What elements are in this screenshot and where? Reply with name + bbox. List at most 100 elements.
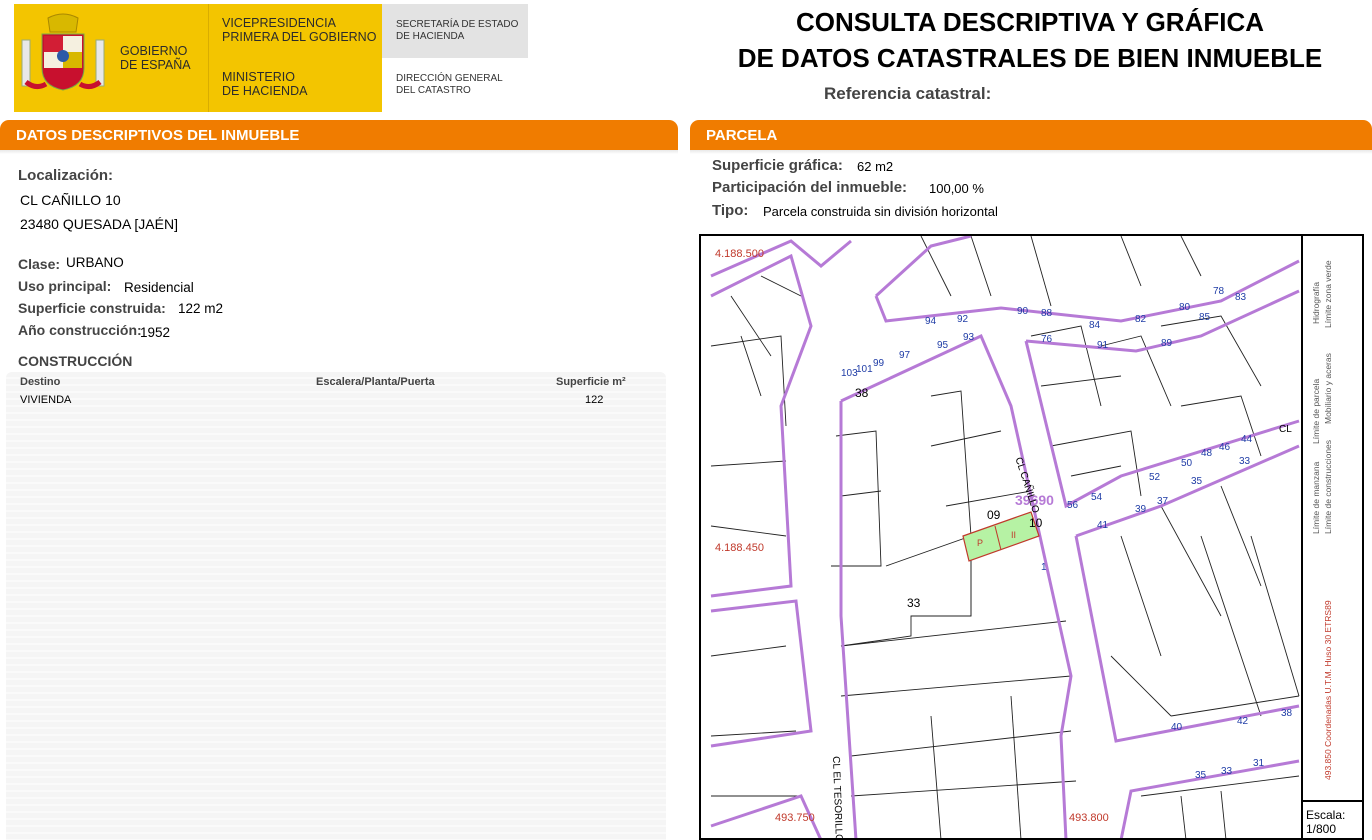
house-number: 93 (963, 332, 975, 343)
cadastral-map[interactable]: 4.188.500 4.188.450 493.750 493.800 3969… (699, 234, 1364, 840)
page-title: CONSULTA DESCRIPTIVA Y GRÁFICA DE DATOS … (690, 4, 1370, 76)
scale-label: Escala: (1306, 808, 1346, 822)
subject-parcel[interactable] (962, 511, 1040, 562)
house-number: 52 (1149, 472, 1161, 483)
parcel-section: PARCELA (690, 120, 1372, 154)
house-number: 97 (899, 350, 911, 361)
house-number: 91 (1097, 340, 1109, 351)
use-label: Uso principal: (18, 278, 112, 294)
table-header-area: Superficie m² (556, 376, 626, 388)
title-line2: DE DATOS CATASTRALES DE BIEN INMUEBLE (737, 43, 1323, 73)
house-number: 39 (1135, 504, 1147, 515)
section-title-descriptive: DATOS DESCRIPTIVOS DEL INMUEBLE (0, 120, 678, 150)
house-number: 76 (1041, 334, 1053, 345)
house-number: 38 (1281, 708, 1293, 719)
section-shadow (690, 150, 1372, 154)
location-label: Localización: (18, 167, 114, 184)
house-number: 33 (1221, 766, 1233, 777)
vp-line1: VICEPRESIDENCIA (222, 16, 336, 30)
participation-value: 100,00 % (929, 181, 984, 196)
house-number: 31 (1253, 758, 1265, 769)
min-line1: MINISTERIO (222, 70, 295, 84)
type-label: Tipo: (712, 202, 749, 219)
house-number: 83 (1235, 292, 1247, 303)
built-area-label: Superficie construida: (18, 300, 166, 316)
map-drawing[interactable] (701, 236, 1303, 840)
house-number: 78 (1213, 286, 1225, 297)
government-name: GOBIERNO DE ESPAÑA (120, 44, 191, 72)
title-line1: CONSULTA DESCRIPTIVA Y GRÁFICA (795, 7, 1265, 37)
house-number: 42 (1237, 716, 1249, 727)
scale-value: 1/800 (1306, 822, 1337, 836)
house-number: 99 (873, 358, 885, 369)
legend-construction-boundary: Límite de construcciones (1323, 439, 1333, 534)
legend-parcel-boundary: Límite de parcela (1311, 378, 1321, 444)
vicepresidency-text: VICEPRESIDENCIA PRIMERA DEL GOBIERNO (222, 16, 376, 44)
class-value: URBANO (66, 255, 124, 270)
table-cell-area: 122 (585, 394, 604, 406)
parcel-mark-ii: II (1011, 530, 1017, 540)
page-header: GOBIERNO DE ESPAÑA VICEPRESIDENCIA PRIME… (0, 0, 1372, 118)
parcel-label-10: 10 (1029, 516, 1043, 530)
dg-line2: DEL CATASTRO (396, 85, 471, 96)
address-line2: 23480 QUESADA [JAÉN] (20, 216, 178, 232)
built-area-value: 122 m2 (178, 301, 224, 316)
dg-line1: DIRECCIÓN GENERAL (396, 73, 503, 84)
secretary-text: SECRETARÍA DE ESTADO DE HACIENDA (396, 19, 518, 43)
legend-coordinates: 493.850 Coordenadas U.T.M. Huso 30 ETRS8… (1323, 600, 1333, 780)
house-number: 80 (1179, 302, 1191, 313)
house-number: 84 (1089, 320, 1101, 331)
house-number: 37 (1157, 496, 1169, 507)
graphic-area-value: 62 m2 (857, 159, 894, 174)
construction-table: Destino Escalera/Planta/Puerta Superfici… (6, 372, 666, 840)
parcel-label-09: 09 (987, 508, 1001, 522)
house-number: 89 (1161, 338, 1173, 349)
sec-line1: SECRETARÍA DE ESTADO (396, 19, 519, 30)
parcel-mark-p: P (977, 538, 984, 548)
house-number: 54 (1091, 492, 1103, 503)
house-number: 41 (1097, 520, 1109, 531)
table-header-location: Escalera/Planta/Puerta (316, 376, 435, 388)
legend-block-boundary: Límite de manzana (1311, 461, 1321, 534)
table-cell-destino: VIVIENDA (20, 394, 72, 406)
table-header-destino: Destino (20, 376, 61, 388)
section-title-parcel: PARCELA (690, 120, 1372, 150)
legend-green-zone: Límite zona verde (1323, 260, 1333, 328)
map-legend: Límite de manzana Límite de construccion… (1301, 234, 1366, 800)
house-number: 50 (1181, 458, 1193, 469)
coord-bottom-left: 493.750 (775, 812, 815, 824)
coord-top: 4.188.500 (715, 248, 764, 260)
house-number: 35 (1191, 476, 1203, 487)
house-number: 90 (1017, 306, 1029, 317)
legend-furniture: Mobiliario y aceras (1323, 353, 1333, 424)
house-number: 101 (856, 364, 873, 375)
ministry-text: MINISTERIO DE HACIENDA (222, 70, 307, 98)
house-number: 44 (1241, 434, 1253, 445)
construction-year-label: Año construcción: (18, 322, 142, 338)
construction-year-value: 1952 (140, 325, 171, 340)
directorate-text: DIRECCIÓN GENERAL DEL CATASTRO (396, 73, 503, 97)
house-number: 88 (1041, 308, 1053, 319)
house-number: 92 (957, 314, 969, 325)
legend-hydrography: Hidrografía (1311, 281, 1321, 324)
min-line2: DE HACIENDA (222, 84, 308, 98)
graphic-area-label: Superficie gráfica: (712, 157, 843, 174)
house-number: 33 (1239, 456, 1251, 467)
parcel-label-38: 38 (855, 386, 869, 400)
house-number: 85 (1199, 312, 1211, 323)
section-shadow (0, 150, 678, 154)
vp-line2: PRIMERA DEL GOBIERNO (222, 30, 377, 44)
descriptive-data-section: DATOS DESCRIPTIVOS DEL INMUEBLE (0, 120, 678, 154)
house-number: 35 (1195, 770, 1207, 781)
coord-bottom-right: 493.800 (1069, 812, 1109, 824)
house-number: 40 (1171, 722, 1183, 733)
parcel-label-33: 33 (907, 596, 921, 610)
gov-name-line1: GOBIERNO (120, 44, 188, 58)
cadastral-reference-label: Referencia catastral: (824, 84, 992, 103)
house-number: 56 (1067, 500, 1079, 511)
house-number: 95 (937, 340, 949, 351)
address-line1: CL CAÑILLO 10 (20, 192, 121, 208)
construction-label: CONSTRUCCIÓN (18, 353, 133, 369)
house-number: 94 (925, 316, 937, 327)
class-label: Clase: (18, 256, 61, 272)
